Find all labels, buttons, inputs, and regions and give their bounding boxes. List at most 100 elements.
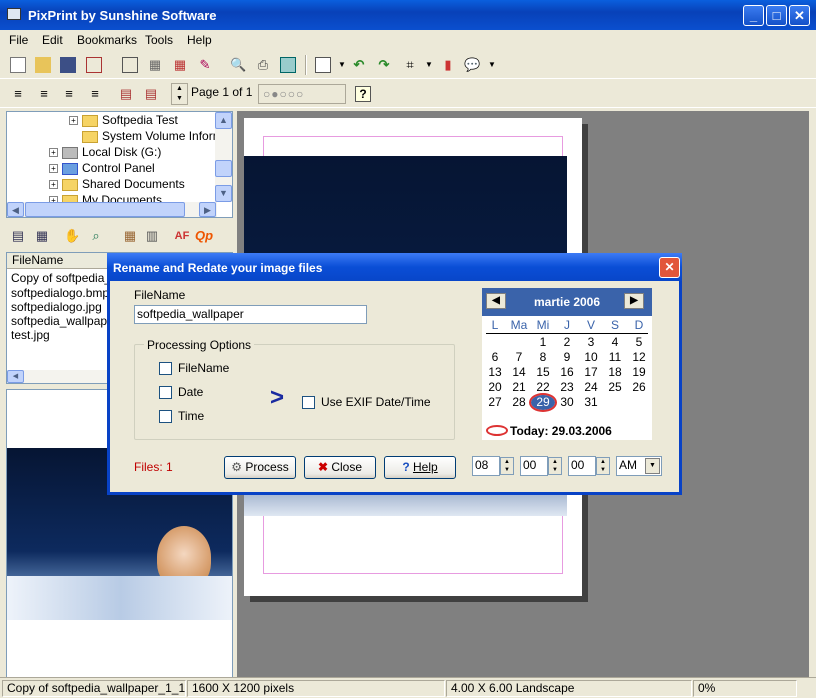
menu-help[interactable]: Help [187, 33, 212, 47]
second-spinner[interactable]: ▲ ▼ [596, 457, 610, 475]
calendar[interactable]: ◀ martie 2006 ▶ LMaMiJVSD272812345678910… [482, 288, 652, 440]
page-dots[interactable]: ○●○○○ [258, 84, 346, 104]
calendar-day[interactable]: 11 [603, 350, 627, 365]
details-view-icon[interactable]: ▤ [10, 228, 26, 244]
prev-month-icon[interactable]: ◀ [486, 293, 506, 309]
calendar-day[interactable]: 16 [555, 365, 579, 380]
scroll-up-icon[interactable]: ▲ [215, 112, 232, 129]
open-icon[interactable] [35, 57, 51, 73]
scroll-left-icon[interactable]: ◀ [7, 202, 24, 217]
calendar-day[interactable]: 8 [531, 350, 555, 365]
delete-page-icon[interactable]: ▤ [143, 86, 159, 102]
calendar-day[interactable]: 9 [555, 350, 579, 365]
colors-icon[interactable]: ▮ [440, 57, 456, 73]
scroll-thumb[interactable] [25, 202, 185, 217]
align-right-icon[interactable]: ≡ [87, 86, 103, 102]
calendar-day[interactable]: 2 [555, 335, 579, 350]
crop-icon[interactable]: ⌗ [402, 57, 418, 73]
add-page-icon[interactable]: ▤ [118, 86, 134, 102]
hour-field[interactable]: 08 [472, 456, 500, 476]
calendar-day[interactable]: 22 [531, 380, 555, 395]
menu-tools[interactable]: Tools [145, 33, 173, 47]
printer-icon[interactable]: ⎙ [255, 57, 271, 73]
filename-input[interactable]: softpedia_wallpaper [134, 305, 367, 324]
date-checkbox[interactable] [159, 386, 172, 399]
time-checkbox[interactable] [159, 410, 172, 423]
calendar-day[interactable]: 1 [531, 335, 555, 350]
tree-hscrollbar[interactable]: ◀ ▶ [7, 202, 217, 217]
minute-field[interactable]: 00 [520, 456, 548, 476]
tree-vscrollbar[interactable]: ▲ ▼ [215, 112, 232, 202]
close-button[interactable]: ✕ [789, 5, 810, 26]
calendar-day[interactable]: 6 [483, 350, 507, 365]
exif-checkbox[interactable] [302, 396, 315, 409]
second-field[interactable]: 00 [568, 456, 596, 476]
eraser-icon[interactable]: ✎ [197, 57, 213, 73]
page-spinner[interactable]: ▲ ▼ [171, 83, 188, 105]
comment-icon[interactable]: 💬 [464, 57, 480, 73]
search-icon[interactable]: ⌕ [88, 228, 104, 244]
filename-checkbox[interactable] [159, 362, 172, 375]
redo-icon[interactable]: ↷ [376, 57, 392, 73]
list-item[interactable]: softpedialogo.jpg [11, 300, 102, 314]
align-left-icon[interactable]: ≡ [36, 86, 52, 102]
calendar-day[interactable]: 10 [579, 350, 603, 365]
calendar-day[interactable]: 25 [603, 380, 627, 395]
scroll-down-icon[interactable]: ▼ [215, 185, 232, 202]
folder-tree[interactable]: +Softpedia Test System Volume Informatio… [6, 111, 233, 218]
calendar-day[interactable]: 30 [555, 395, 579, 410]
qp-icon[interactable]: Qp [194, 228, 214, 244]
grid-icon[interactable]: ▦ [147, 57, 163, 73]
calendar-day[interactable]: 12 [627, 350, 651, 365]
ampm-select[interactable]: AM ▼ [616, 456, 662, 476]
print-preview-icon[interactable]: 🔍 [230, 57, 246, 73]
export-icon[interactable] [86, 57, 102, 73]
undo-icon[interactable]: ↶ [351, 57, 367, 73]
tree-item[interactable]: + Softpedia Test [69, 113, 178, 129]
comment-dropdown-icon[interactable]: ▼ [484, 57, 500, 73]
calendar-day[interactable]: 3 [579, 335, 603, 350]
properties-icon[interactable]: ▥ [144, 228, 160, 244]
tree-item[interactable]: + Local Disk (G:) [49, 145, 161, 161]
calendar-day[interactable]: 18 [603, 365, 627, 380]
scroll-thumb[interactable] [215, 160, 232, 177]
align-justify-icon[interactable]: ≡ [10, 86, 26, 102]
today-label[interactable]: Today: 29.03.2006 [510, 424, 612, 438]
menu-bookmarks[interactable]: Bookmarks [77, 33, 137, 47]
page-dropdown-icon[interactable]: ▼ [334, 57, 350, 73]
save-icon[interactable] [60, 57, 76, 73]
tree-item[interactable]: + Shared Documents [49, 177, 185, 193]
crop-dropdown-icon[interactable]: ▼ [421, 57, 437, 73]
scroll-left-icon[interactable]: ◀ [7, 370, 24, 383]
tree-item[interactable]: System Volume Information [82, 129, 232, 145]
calendar-day[interactable]: 7 [507, 350, 531, 365]
image-icon[interactable] [280, 57, 296, 73]
help-button[interactable]: ? Help [384, 456, 456, 479]
calendar-day[interactable]: 14 [507, 365, 531, 380]
menu-file[interactable]: File [9, 33, 28, 47]
page-icon[interactable] [315, 57, 331, 73]
scroll-right-icon[interactable]: ▶ [199, 202, 216, 217]
tree-item[interactable]: + Control Panel [49, 161, 155, 177]
calendar-day[interactable]: 24 [579, 380, 603, 395]
minimize-button[interactable]: _ [743, 5, 764, 26]
calendar-day[interactable]: 13 [483, 365, 507, 380]
list-item[interactable]: test.jpg [11, 328, 50, 342]
maximize-button[interactable]: □ [766, 5, 787, 26]
af-icon[interactable]: AF [172, 228, 192, 244]
thumbnail-view-icon[interactable]: ▦ [34, 228, 50, 244]
copy-icon[interactable] [122, 57, 138, 73]
calendar-day[interactable]: 4 [603, 335, 627, 350]
align-center-icon[interactable]: ≡ [61, 86, 77, 102]
calendar-day[interactable]: 19 [627, 365, 651, 380]
close-dialog-button[interactable]: ✖ Close [304, 456, 376, 479]
process-button[interactable]: ⚙ Process [224, 456, 296, 479]
calendar-day[interactable]: 28 [507, 395, 531, 410]
calendar-day[interactable]: 29 [529, 393, 557, 412]
calendar-day[interactable]: 20 [483, 380, 507, 395]
calendar-day[interactable]: 23 [555, 380, 579, 395]
dialog-close-button[interactable]: ✕ [659, 257, 680, 278]
calendar-day[interactable]: 26 [627, 380, 651, 395]
grid-view-icon[interactable]: ▦ [122, 228, 138, 244]
layout-icon[interactable]: ▦ [172, 57, 188, 73]
